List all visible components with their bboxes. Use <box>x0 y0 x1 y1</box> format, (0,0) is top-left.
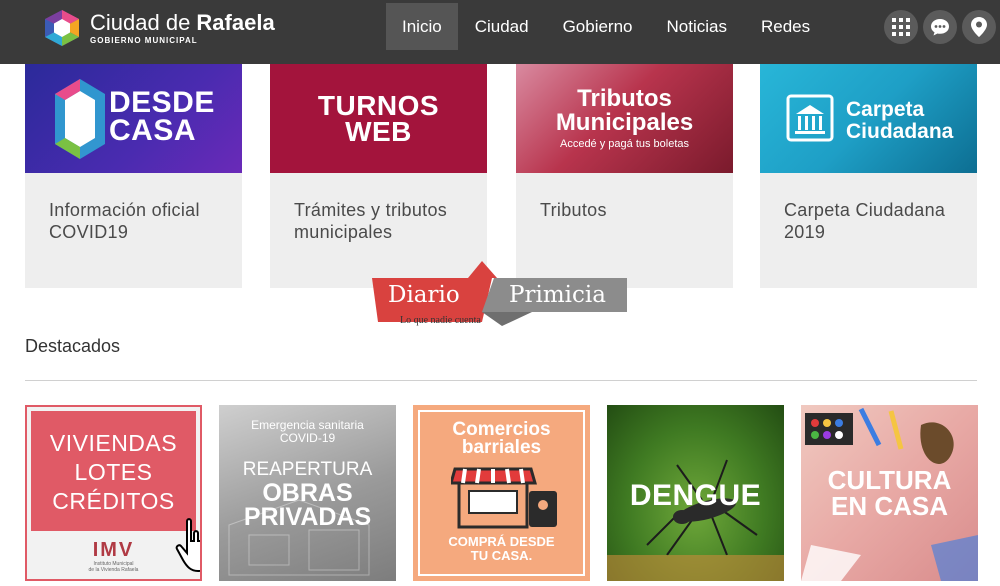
main-nav: Inicio Ciudad Gobierno Noticias Redes <box>386 3 827 50</box>
nav-redes[interactable]: Redes <box>744 3 827 50</box>
logo-title-light: Ciudad de <box>90 10 197 35</box>
featured-viviendas[interactable]: VIVIENDAS LOTES CRÉDITOS IMV Instituto M… <box>25 405 202 581</box>
card-label: Carpeta Ciudadana 2019 <box>784 200 946 242</box>
turnos-line1: TURNOS <box>317 89 440 121</box>
page: Ciudad de Rafaela GOBIERNO MUNICIPAL Ini… <box>0 0 1000 586</box>
site-logo[interactable]: Ciudad de Rafaela GOBIERNO MUNICIPAL <box>40 8 275 48</box>
section-title: Destacados <box>25 336 121 356</box>
obras-top2: COVID-19 <box>279 431 336 445</box>
obras-mid: REAPERTURA <box>242 459 373 480</box>
nav-noticias[interactable]: Noticias <box>650 3 744 50</box>
location-pin-icon[interactable] <box>962 10 996 44</box>
building-icon <box>786 94 834 142</box>
viviendas-line1: VIVIENDAS <box>49 430 178 456</box>
nav-ciudad[interactable]: Ciudad <box>458 3 546 50</box>
tributos-banner: Tributos Municipales Accedé y pagá tus b… <box>516 64 733 173</box>
comercios-title2: barriales <box>461 437 542 458</box>
watermark-tagline: Lo que nadie cuenta <box>400 315 481 326</box>
watermark-right: Primicia <box>509 282 606 308</box>
dengue-title: DENGUE <box>629 479 762 512</box>
carpeta-line2: Ciudadana <box>846 120 954 143</box>
card-turnos-web[interactable]: TURNOS WEB Trámites y tributos municipal… <box>270 64 487 288</box>
apps-grid-icon[interactable] <box>884 10 918 44</box>
desde-casa-line2: CASA <box>109 114 197 147</box>
storefront-icon <box>451 467 557 529</box>
top-navbar: Ciudad de Rafaela GOBIERNO MUNICIPAL Ini… <box>0 0 1000 64</box>
cultura-title1: CULTURA <box>827 465 952 495</box>
carpeta-banner: Carpeta Ciudadana <box>760 64 977 173</box>
card-label: Trámites y tributos municipales <box>294 200 448 242</box>
card-label: Información oficial COVID19 <box>49 200 200 242</box>
tributos-line1: Tributos <box>577 85 672 112</box>
card-carpeta-ciudadana[interactable]: Carpeta Ciudadana Carpeta Ciudadana 2019 <box>760 64 977 288</box>
featured-obras-privadas[interactable]: Emergencia sanitaria COVID-19 REAPERTURA… <box>219 405 396 581</box>
diario-primicia-watermark: Diario Primicia Lo que nadie cuenta <box>372 260 632 330</box>
obras-big2: PRIVADAS <box>243 503 372 531</box>
chat-bubble-icon[interactable] <box>923 10 957 44</box>
watermark-left: Diario <box>388 282 460 308</box>
featured-comercios[interactable]: Comercios barriales COMPRÁ DESDE TU CASA… <box>413 405 590 581</box>
turnos-line2: WEB <box>345 115 412 147</box>
desde-casa-banner: DESDE CASA <box>25 64 242 173</box>
desde-casa-line1: DESDE <box>109 86 215 119</box>
turnos-web-banner: TURNOS WEB <box>270 64 487 173</box>
logo-subtitle: GOBIERNO MUNICIPAL <box>90 36 198 45</box>
desde-casa-shape-icon <box>55 79 105 159</box>
hand-pointer-icon <box>175 518 200 573</box>
cultura-title2: EN CASA <box>830 491 948 521</box>
nav-gobierno[interactable]: Gobierno <box>546 3 650 50</box>
viviendas-line2: LOTES <box>74 459 153 485</box>
section-divider <box>25 380 977 381</box>
card-tributos[interactable]: Tributos Municipales Accedé y pagá tus b… <box>516 64 733 288</box>
card-covid19[interactable]: DESDE CASA Información oficial COVID19 <box>25 64 242 288</box>
nav-inicio[interactable]: Inicio <box>386 3 458 50</box>
logo-title-bold: Rafaela <box>196 10 275 35</box>
hexagon-logo-icon <box>40 8 84 48</box>
featured-cultura[interactable]: CULTURA EN CASA <box>801 405 978 581</box>
tributos-line2: Municipales <box>555 109 694 136</box>
obras-big1: OBRAS <box>262 479 353 507</box>
comercios-foot1: COMPRÁ DESDE <box>448 534 555 549</box>
viviendas-line3: CRÉDITOS <box>52 488 175 514</box>
tributos-subtitle: Accedé y pagá tus boletas <box>559 138 690 150</box>
carpeta-line1: Carpeta <box>846 98 925 121</box>
card-label: Tributos <box>540 200 607 220</box>
comercios-foot2: TU CASA. <box>470 548 533 563</box>
featured-dengue[interactable]: DENGUE <box>607 405 784 581</box>
